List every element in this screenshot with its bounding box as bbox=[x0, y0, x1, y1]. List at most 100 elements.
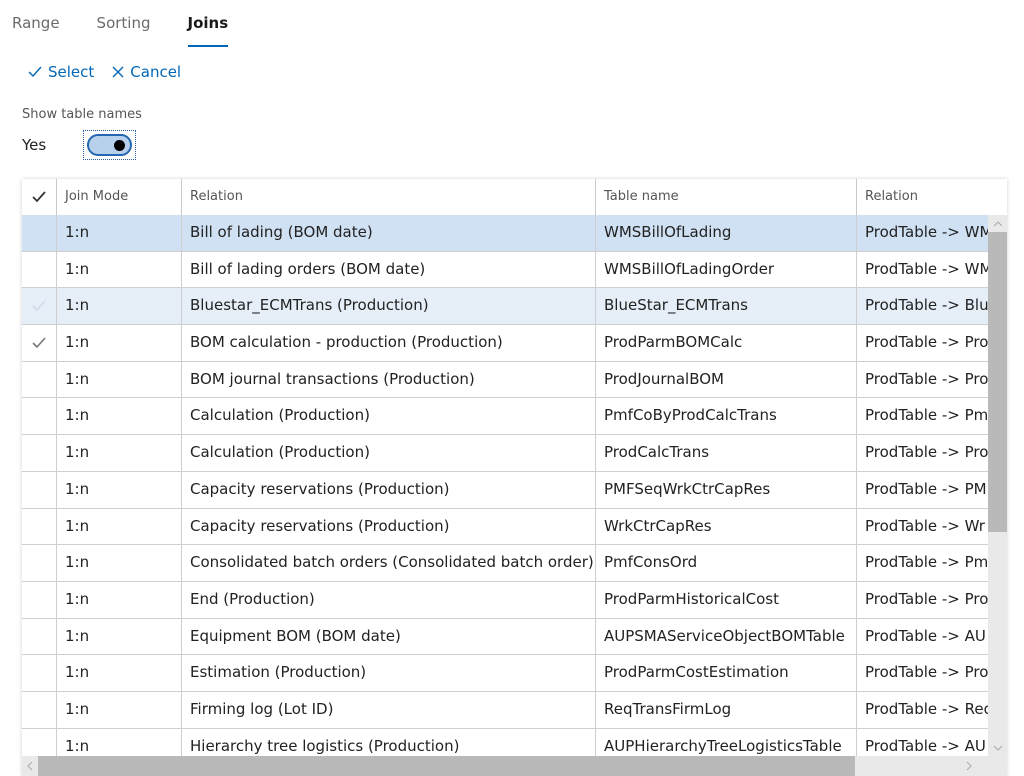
table-row[interactable]: 1:n BOM journal transactions (Production)… bbox=[22, 361, 988, 399]
row-checkbox[interactable] bbox=[22, 618, 57, 655]
table-row[interactable]: 1:n Consolidated batch orders (Consolidat… bbox=[22, 545, 988, 582]
tab-sorting[interactable]: Sorting bbox=[97, 12, 151, 42]
table-row[interactable]: 1:n Equipment BOM (BOM date) AUPSMAService… bbox=[22, 618, 988, 656]
table-name-cell: BlueStar_ECMTrans bbox=[596, 288, 857, 325]
row-checkbox[interactable] bbox=[22, 215, 57, 251]
table-name-cell: PmfConsOrd bbox=[596, 545, 857, 581]
column-header-relation-path[interactable]: Relation bbox=[857, 179, 988, 215]
join-mode-cell: 1:n bbox=[57, 398, 182, 435]
relation-cell: BOM journal transactions (Production) bbox=[182, 361, 596, 398]
table-row[interactable]: 1:n Capacity reservations (Production) Wrk… bbox=[22, 508, 988, 546]
cancel-label: Cancel bbox=[130, 63, 182, 81]
cancel-button[interactable]: Cancel bbox=[112, 63, 181, 81]
relation-path-cell: ProdTable -> WM bbox=[865, 259, 988, 278]
join-mode-cell: 1:n bbox=[57, 215, 182, 251]
table-row[interactable]: 1:n End (Production) ProdParmHistoricalCos… bbox=[22, 581, 988, 619]
column-header-table-name[interactable]: Table name bbox=[596, 179, 857, 215]
relation-path-cell: ProdTable -> Wr bbox=[865, 516, 985, 535]
table-row[interactable]: 1:n Bill of lading orders (BOM date) WMSBi… bbox=[22, 251, 988, 289]
relation-path-cell: ProdTable -> Pm bbox=[865, 406, 988, 425]
row-checkbox[interactable] bbox=[22, 545, 57, 581]
scroll-right-button[interactable] bbox=[961, 756, 977, 776]
row-checkbox[interactable] bbox=[22, 288, 57, 325]
checkmark-icon bbox=[32, 191, 46, 203]
join-mode-cell: 1:n bbox=[57, 435, 182, 471]
select-all-checkbox[interactable] bbox=[22, 179, 57, 215]
join-mode-cell: 1:n bbox=[57, 691, 182, 728]
relation-cell: Capacity reservations (Production) bbox=[182, 508, 596, 545]
relation-cell: Calculation (Production) bbox=[182, 435, 596, 471]
scroll-down-button[interactable] bbox=[988, 739, 1007, 756]
scroll-up-button[interactable] bbox=[988, 215, 1007, 232]
joins-grid: Join Mode Relation Table name Relation 1… bbox=[22, 179, 1007, 776]
row-checkbox[interactable] bbox=[22, 435, 57, 471]
close-icon bbox=[112, 66, 124, 78]
grid-body: 1:n Bill of lading (BOM date) WMSBillOfLad… bbox=[22, 215, 988, 756]
show-table-names-toggle[interactable] bbox=[83, 130, 136, 160]
join-mode-cell: 1:n bbox=[57, 618, 182, 655]
join-mode-cell: 1:n bbox=[57, 361, 182, 398]
table-name-cell: ProdParmBOMCalc bbox=[596, 325, 857, 361]
table-name-cell: ProdParmCostEstimation bbox=[596, 655, 857, 691]
chevron-up-icon bbox=[993, 220, 1002, 226]
relation-cell: Bill of lading orders (BOM date) bbox=[182, 251, 596, 288]
chevron-down-icon bbox=[993, 745, 1002, 751]
row-checkbox[interactable] bbox=[22, 471, 57, 508]
relation-path-cell: ProdTable -> WM bbox=[865, 223, 988, 241]
row-checkbox[interactable] bbox=[22, 728, 57, 756]
table-row[interactable]: 1:n Hierarchy tree logistics (Production)… bbox=[22, 728, 988, 756]
relation-path-cell: ProdTable -> Pro bbox=[865, 663, 988, 682]
row-checkbox[interactable] bbox=[22, 325, 57, 361]
relation-cell: Estimation (Production) bbox=[182, 655, 596, 691]
select-label: Select bbox=[48, 63, 95, 81]
table-row[interactable]: 1:n BOM calculation - production (Product… bbox=[22, 325, 988, 362]
relation-cell: Consolidated batch orders (Consolidated … bbox=[182, 545, 596, 581]
table-row[interactable]: 1:n Calculation (Production) PmfCoByProdCa… bbox=[22, 398, 988, 436]
checkmark-icon bbox=[28, 66, 42, 78]
show-table-names-value: Yes bbox=[22, 136, 47, 154]
row-checkbox[interactable] bbox=[22, 691, 57, 728]
tab-range[interactable]: Range bbox=[12, 12, 60, 42]
horizontal-scrollbar[interactable] bbox=[22, 756, 1007, 776]
join-mode-cell: 1:n bbox=[57, 728, 182, 756]
grid-header: Join Mode Relation Table name Relation bbox=[22, 179, 1007, 216]
table-row[interactable]: 1:n Bill of lading (BOM date) WMSBillOfLad… bbox=[22, 215, 988, 252]
vertical-scroll-thumb[interactable] bbox=[988, 232, 1007, 532]
table-row[interactable]: 1:n Bluestar_ECMTrans (Production) BlueSta… bbox=[22, 288, 988, 326]
row-checkbox[interactable] bbox=[22, 361, 57, 398]
join-mode-cell: 1:n bbox=[57, 325, 182, 361]
column-header-join-mode[interactable]: Join Mode bbox=[57, 179, 182, 215]
table-row[interactable]: 1:n Calculation (Production) ProdCalcTrans… bbox=[22, 435, 988, 472]
table-row[interactable]: 1:n Capacity reservations (Production) PMF… bbox=[22, 471, 988, 509]
vertical-scrollbar[interactable] bbox=[988, 215, 1007, 756]
relation-path-cell: ProdTable -> AU bbox=[865, 626, 986, 645]
join-mode-cell: 1:n bbox=[57, 288, 182, 325]
join-mode-cell: 1:n bbox=[57, 508, 182, 545]
tab-joins[interactable]: Joins bbox=[187, 12, 228, 47]
checkmark-icon bbox=[32, 337, 46, 349]
table-name-cell: ProdParmHistoricalCost bbox=[596, 581, 857, 618]
horizontal-scroll-thumb[interactable] bbox=[38, 756, 855, 776]
tab-strip: Range Sorting Joins bbox=[12, 12, 265, 47]
action-bar: Select Cancel bbox=[28, 63, 199, 81]
row-checkbox[interactable] bbox=[22, 581, 57, 618]
toggle-knob bbox=[114, 140, 125, 151]
relation-cell: Hierarchy tree logistics (Production) bbox=[182, 728, 596, 756]
table-row[interactable]: 1:n Firming log (Lot ID) ReqTransFirmLog Pr… bbox=[22, 691, 988, 729]
table-row[interactable]: 1:n Estimation (Production) ProdParmCostEs… bbox=[22, 655, 988, 692]
join-mode-cell: 1:n bbox=[57, 545, 182, 581]
join-mode-cell: 1:n bbox=[57, 471, 182, 508]
relation-path-cell: ProdTable -> Pro bbox=[865, 369, 988, 388]
row-checkbox[interactable] bbox=[22, 251, 57, 288]
column-header-relation[interactable]: Relation bbox=[182, 179, 596, 215]
table-name-cell: ReqTransFirmLog bbox=[596, 691, 857, 728]
relation-path-cell: ProdTable -> PM bbox=[865, 479, 987, 498]
scroll-left-button[interactable] bbox=[22, 756, 38, 776]
row-checkbox[interactable] bbox=[22, 655, 57, 691]
row-checkbox[interactable] bbox=[22, 508, 57, 545]
join-mode-cell: 1:n bbox=[57, 581, 182, 618]
checkmark-icon bbox=[32, 300, 46, 312]
select-button[interactable]: Select bbox=[28, 63, 94, 81]
row-checkbox[interactable] bbox=[22, 398, 57, 435]
relation-path-cell: ProdTable -> Pro bbox=[865, 333, 988, 352]
